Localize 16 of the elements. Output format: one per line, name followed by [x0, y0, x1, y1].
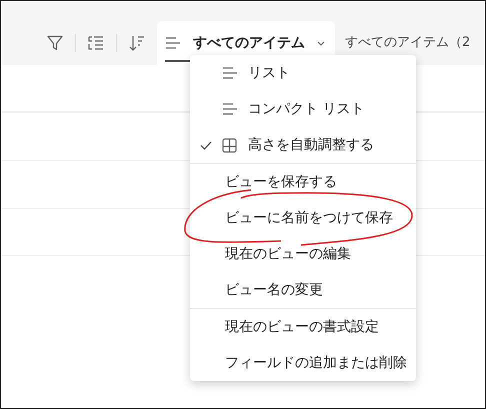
list-icon: [222, 67, 238, 79]
menu-item[interactable]: ビューを保存する: [190, 164, 416, 200]
list-icon: [222, 103, 238, 115]
checklist-icon: [88, 35, 104, 51]
menu-item[interactable]: 現在のビューの編集: [190, 236, 416, 272]
chevron-down-icon: [317, 40, 325, 46]
filter-icon: [47, 35, 63, 51]
menu-item[interactable]: 現在のビューの書式設定: [190, 309, 416, 345]
list-icon: [165, 37, 181, 49]
table-icon: [222, 138, 237, 152]
sort-icon: [129, 35, 145, 51]
menu-item[interactable]: ビューに名前をつけて保存: [190, 200, 416, 236]
menu-item[interactable]: フィールドの追加または削除: [190, 345, 416, 381]
menu-item[interactable]: 高さを自動調整する: [190, 127, 416, 163]
menu-item[interactable]: ビュー名の変更: [190, 272, 416, 308]
menu-item[interactable]: コンパクト リスト: [190, 91, 416, 127]
